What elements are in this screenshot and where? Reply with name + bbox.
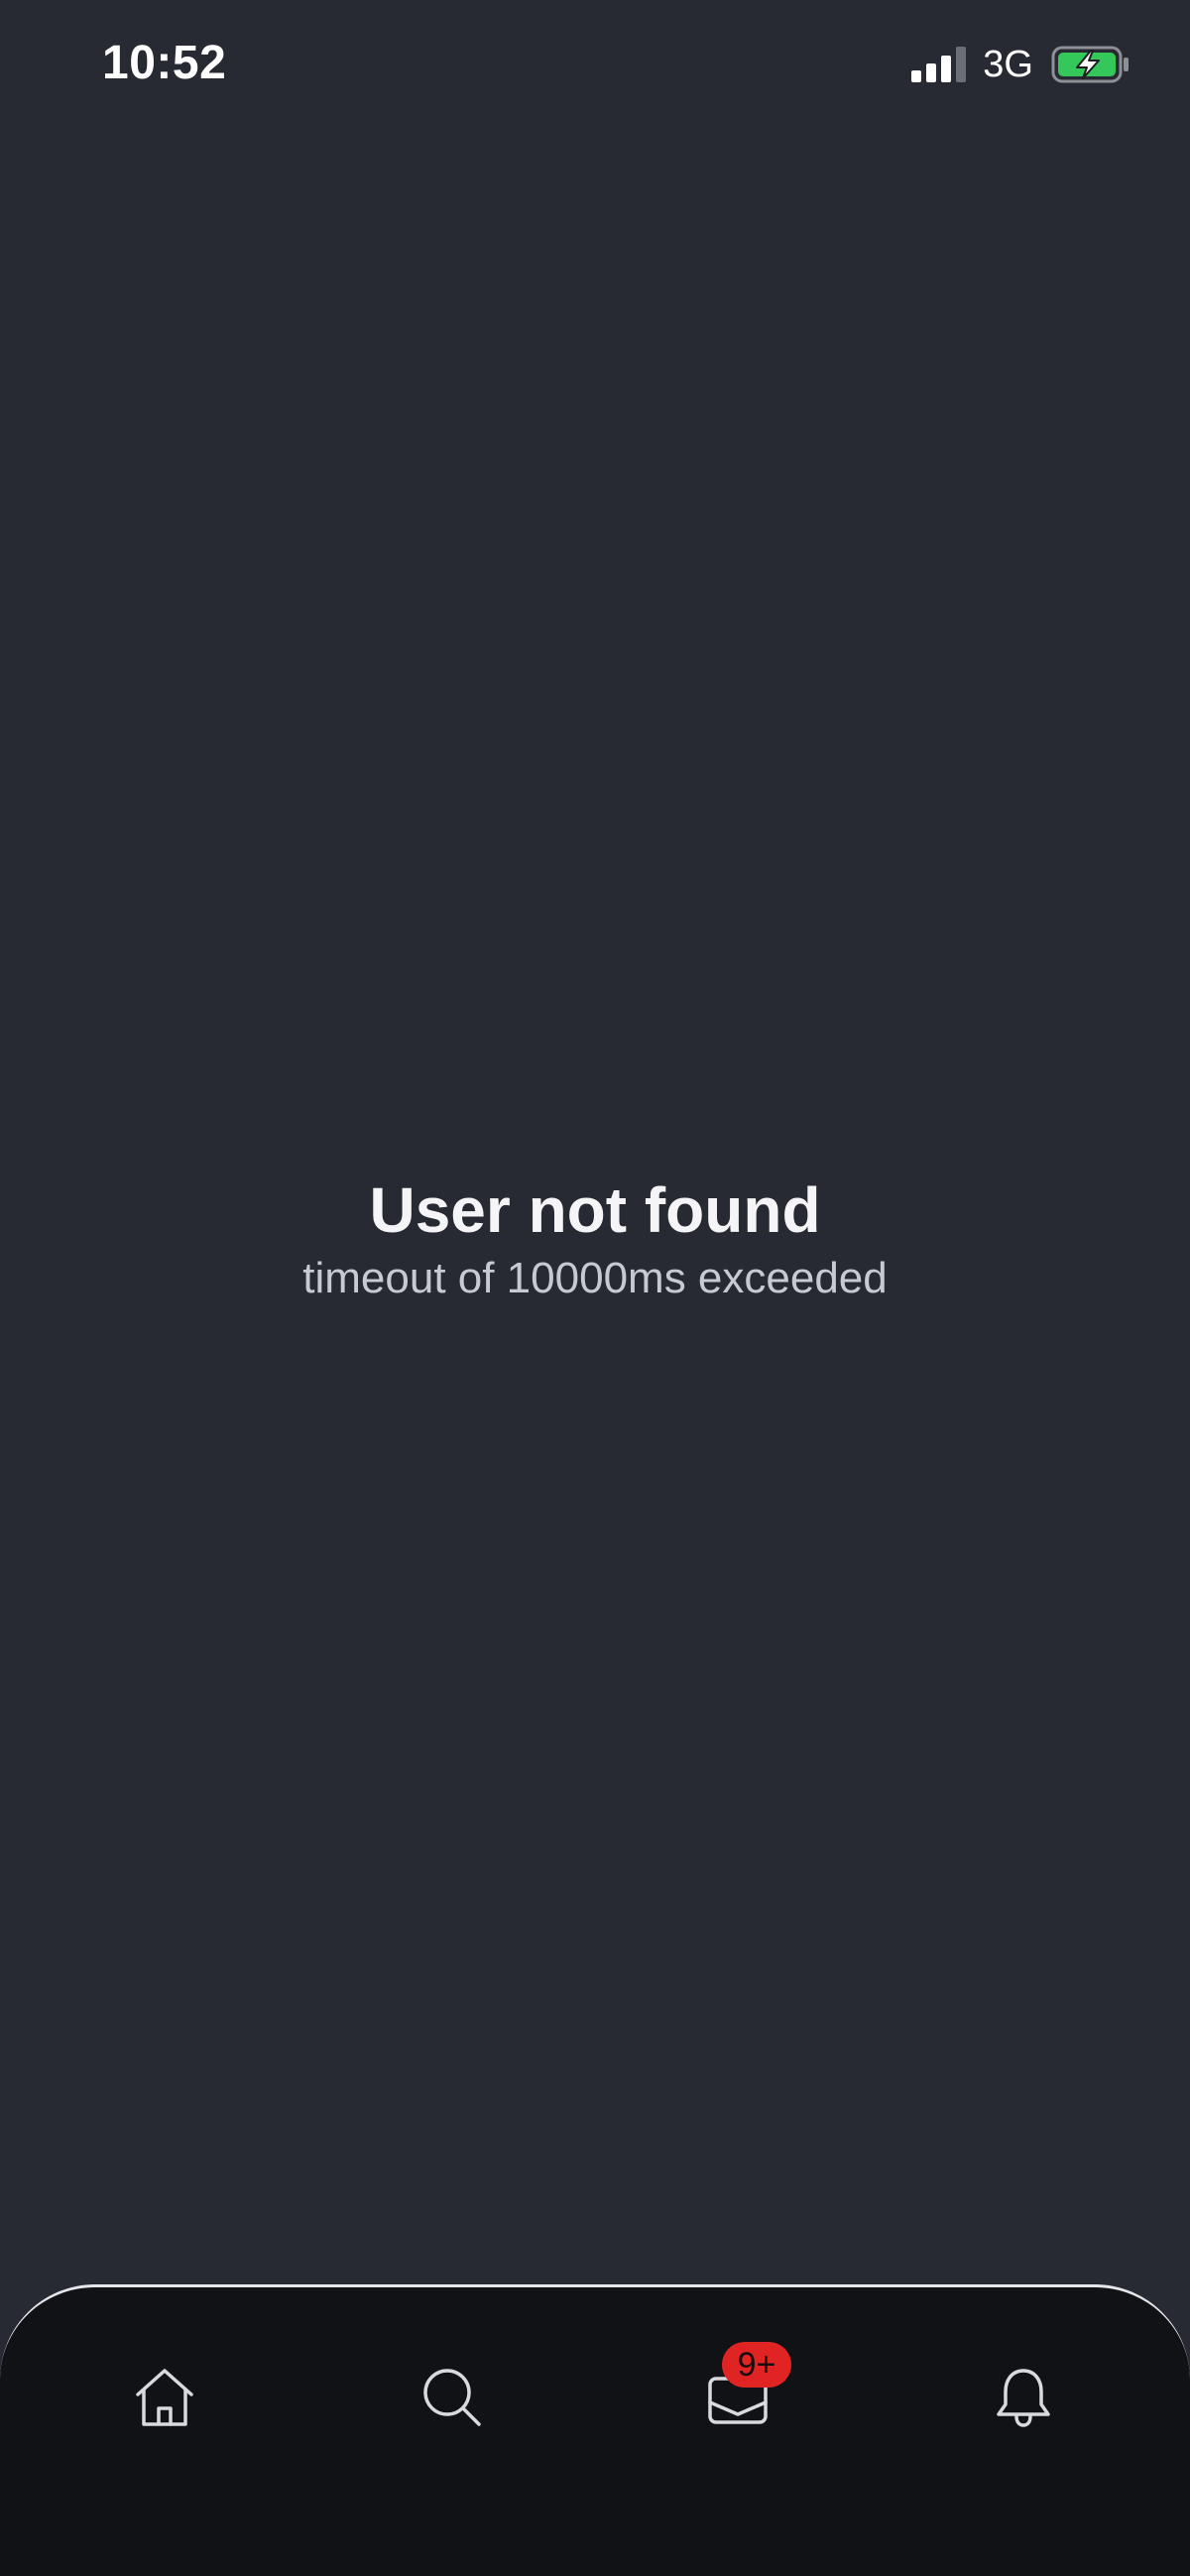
home-icon (136, 2369, 193, 2426)
status-indicators: 3G (911, 44, 1130, 85)
search-icon (423, 2369, 481, 2426)
status-bar: 10:52 3G (0, 0, 1190, 129)
signal-bars-icon (911, 47, 967, 82)
screen: 10:52 3G User not found timeout of 10000… (0, 0, 1190, 2576)
tab-notifications[interactable] (976, 2350, 1071, 2445)
bottom-tab-bar: 9+ (0, 2284, 1190, 2576)
error-message: User not found timeout of 10000ms exceed… (0, 1170, 1190, 1307)
error-title: User not found (369, 1174, 821, 1246)
error-subtitle: timeout of 10000ms exceeded (302, 1254, 888, 1302)
network-type: 3G (983, 43, 1033, 85)
bell-icon (997, 2369, 1050, 2427)
battery-charging-icon (1051, 46, 1129, 83)
status-time: 10:52 (102, 37, 227, 89)
inbox-badge: 9+ (722, 2342, 791, 2388)
tab-search[interactable] (405, 2350, 500, 2445)
tab-home[interactable] (117, 2350, 212, 2445)
